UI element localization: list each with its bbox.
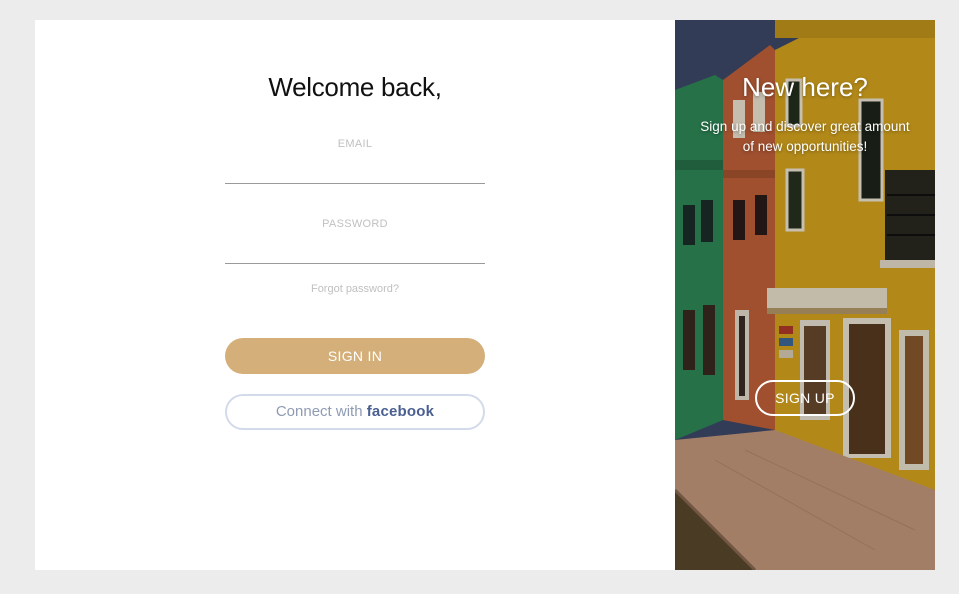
password-label: PASSWORD xyxy=(322,218,388,230)
signin-title: Welcome back, xyxy=(268,72,442,102)
signin-panel: Welcome back, EMAIL PASSWORD Forgot pass… xyxy=(35,20,675,570)
signup-panel: New here? Sign up and discover great amo… xyxy=(675,20,935,570)
email-field[interactable]: EMAIL xyxy=(225,138,485,186)
email-label: EMAIL xyxy=(337,138,373,150)
signup-description: Sign up and discover great amount of new… xyxy=(700,119,910,154)
signup-button[interactable]: SIGN UP xyxy=(755,380,855,416)
signin-button[interactable]: SIGN IN xyxy=(225,338,485,374)
password-input[interactable] xyxy=(225,241,485,264)
email-input[interactable] xyxy=(225,161,485,184)
forgot-password-link[interactable]: Forgot password? xyxy=(225,283,485,295)
facebook-brand-text: facebook xyxy=(366,403,435,420)
password-field[interactable]: PASSWORD xyxy=(225,218,485,266)
auth-card: Welcome back, EMAIL PASSWORD Forgot pass… xyxy=(35,20,935,570)
signup-title: New here? xyxy=(742,72,868,102)
facebook-prefix-text: Connect with xyxy=(275,403,367,420)
facebook-connect-button[interactable]: Connect with facebook xyxy=(225,394,485,430)
